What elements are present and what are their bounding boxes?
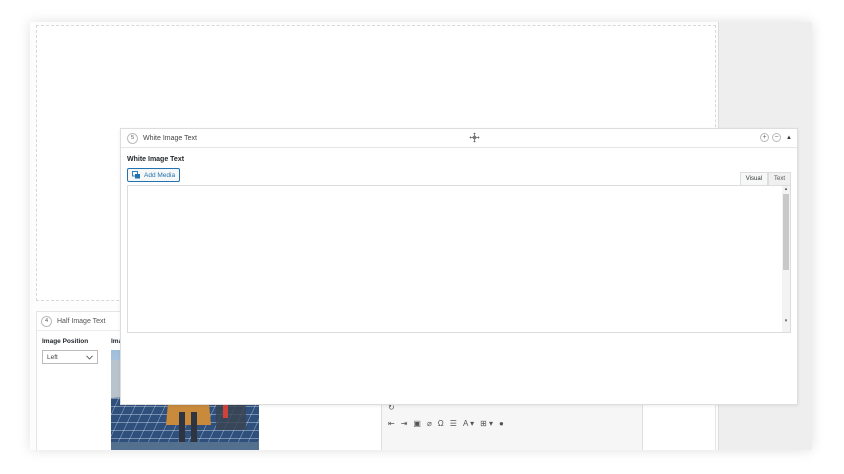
table-icon[interactable]: ⊞ ▾ [480,419,493,428]
white-image-text-panel[interactable]: 5 White Image Text + − ▲ White Image Tex… [120,128,798,405]
panel-number-badge: 4 [41,315,52,327]
field-title: White Image Text [127,156,185,163]
add-media-label: Add Media [144,171,176,179]
toolbar-row-2: ⇤ ⇥ ▣ ⌀ Ω ☰ A ▾ ⊞ ▾ ● [388,419,504,428]
add-media-button[interactable]: Add Media [127,168,181,182]
collapse-button[interactable]: ▲ [786,135,792,141]
clear-format-icon[interactable]: ⌀ [427,419,432,428]
scrollbar[interactable]: ▴ ▾ [782,186,790,332]
white-image-text-header[interactable]: 5 White Image Text + − ▲ [121,129,797,148]
panel-number-badge: 5 [127,132,138,144]
indent-icon[interactable]: ⇥ [401,419,408,428]
panel-header-title: White Image Text [143,134,197,142]
help-icon[interactable]: ● [499,419,504,428]
scroll-thumb[interactable] [783,194,789,270]
panel-controls: + − ▲ [760,133,792,142]
panel-title: Half Image Text [57,317,106,325]
paste-icon[interactable]: ▣ [413,419,421,428]
text-color-icon[interactable]: A ▾ [463,419,474,428]
outdent-icon[interactable]: ⇤ [388,419,395,428]
scroll-down-arrow[interactable]: ▾ [783,318,789,324]
editor-text-area[interactable]: ▴ ▾ [127,185,791,333]
select-value: Left [47,353,58,361]
remove-row-button[interactable]: − [772,133,782,142]
image-position-select[interactable]: Left [42,350,98,364]
tab-visual[interactable]: Visual [739,172,768,185]
image-position-label: Image Position [42,338,89,345]
page-canvas: 4 Half Image Text Image Position Ima Lef… [30,22,812,450]
editor-tabs: Visual Text [739,172,791,185]
half-image-editor-toolbar: ↻ ⇤ ⇥ ▣ ⌀ Ω ☰ A ▾ ⊞ ▾ ● [381,398,643,450]
hr-icon[interactable]: ☰ [450,419,457,428]
scroll-up-arrow[interactable]: ▴ [783,186,789,192]
tab-text[interactable]: Text [767,172,791,185]
add-row-button[interactable]: + [760,133,770,142]
chevron-down-icon [86,354,93,360]
add-media-icon [132,171,140,179]
move-icon[interactable] [469,132,480,143]
omega-icon[interactable]: Ω [438,419,444,428]
